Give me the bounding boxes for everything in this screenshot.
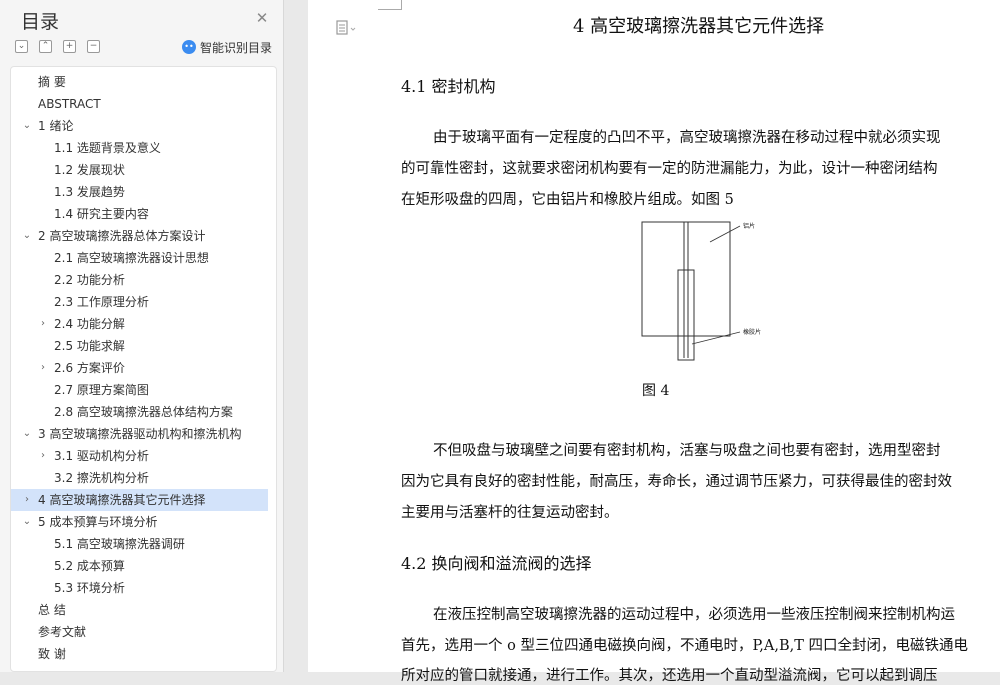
toc-item[interactable]: 1.3 发展趋势	[11, 181, 268, 203]
toc-title: 目录	[21, 11, 60, 33]
toc-item[interactable]: 2.5 功能求解	[11, 335, 268, 357]
toc-sidebar: 目录 ✕ ⌄ ⌃ + − •• 智能识别目录 摘 要 ABSTRACT ⌄ 1 绪论 1…	[0, 0, 284, 672]
paragraph-line: 主要用与活塞杆的往复运动密封。	[401, 505, 619, 521]
ai-toc-label: 智能识别目录	[200, 40, 273, 55]
toc-item-label: 2.6 方案评价	[54, 361, 125, 375]
toc-item-label: 摘 要	[38, 75, 66, 89]
chevron-down-icon[interactable]: ⌄	[21, 423, 33, 445]
toc-item-label: 参考文献	[38, 625, 87, 639]
toc-item-label: 1.3 发展趋势	[54, 185, 125, 199]
toc-item[interactable]: 参考文献	[11, 621, 268, 643]
paragraph-line: 由于玻璃平面有一定程度的凸凹不平，高空玻璃擦洗器在移动过程中就必须实现	[433, 130, 941, 146]
chevron-right-icon[interactable]: ›	[37, 357, 49, 379]
toc-item-label: 5.3 环境分析	[54, 581, 125, 595]
toc-item-label: 2.2 功能分析	[54, 273, 125, 287]
toc-item[interactable]: 2.3 工作原理分析	[11, 291, 268, 313]
add-heading-icon[interactable]: +	[63, 40, 76, 53]
toc-item-label: 1 绪论	[38, 119, 74, 133]
chevron-right-icon[interactable]: ›	[37, 445, 49, 467]
figure-label-aluminum: 铝片	[743, 222, 755, 230]
toc-item[interactable]: ⌄ 2 高空玻璃擦洗器总体方案设计	[11, 225, 268, 247]
paragraph-line: 在矩形吸盘的四周，它由铝片和橡胶片组成。如图 5	[401, 192, 734, 208]
toc-item[interactable]: 2.2 功能分析	[11, 269, 268, 291]
close-icon[interactable]: ✕	[255, 11, 269, 26]
ai-robot-icon: ••	[182, 40, 196, 54]
page-corner-mark	[378, 0, 402, 10]
toc-item-label: 2.1 高空玻璃擦洗器设计思想	[54, 251, 209, 265]
chevron-right-icon[interactable]: ›	[37, 313, 49, 335]
figure-label-rubber: 橡胶片	[743, 328, 761, 336]
toc-item[interactable]: 2.1 高空玻璃擦洗器设计思想	[11, 247, 268, 269]
section-heading-4-1: 4.1 密封机构	[401, 77, 496, 96]
toc-item-label: 5 成本预算与环境分析	[38, 515, 158, 529]
toc-item[interactable]: › 2.4 功能分解	[11, 313, 268, 335]
collapse-up-icon[interactable]: ⌃	[39, 40, 52, 53]
toc-item[interactable]: › 2.6 方案评价	[11, 357, 268, 379]
toc-item-label: 2.7 原理方案简图	[54, 383, 149, 397]
toc-item[interactable]: 5.2 成本预算	[11, 555, 268, 577]
figure-caption: 图 4	[642, 383, 670, 399]
paragraph-line: 首先，选用一个 o 型三位四通电磁换向阀，不通电时，P,A,B,T 四口全封闭，…	[401, 638, 968, 654]
toc-item[interactable]: ⌄ 5 成本预算与环境分析	[11, 511, 268, 533]
toc-item-label: 5.1 高空玻璃擦洗器调研	[54, 537, 185, 551]
toc-item[interactable]: ⌄ 3 高空玻璃擦洗器驱动机构和擦洗机构	[11, 423, 268, 445]
chapter-title: 4 高空玻璃擦洗器其它元件选择	[573, 16, 825, 37]
toc-item-label: 1.4 研究主要内容	[54, 207, 149, 221]
toc-item-label: ABSTRACT	[38, 97, 101, 111]
chevron-down-icon[interactable]: ⌄	[21, 511, 33, 533]
toc-item-label: 2.3 工作原理分析	[54, 295, 149, 309]
toc-item[interactable]: 5.1 高空玻璃擦洗器调研	[11, 533, 268, 555]
toc-item-label: 2.4 功能分解	[54, 317, 125, 331]
paragraph-line: 的可靠性密封，这就要求密闭机构要有一定的防泄漏能力，为此，设计一种密闭结构	[401, 161, 938, 177]
toc-item[interactable]: › 3.1 驱动机构分析	[11, 445, 268, 467]
toc-item-label: 1.1 选题背景及意义	[54, 141, 161, 155]
toc-item-label: 2 高空玻璃擦洗器总体方案设计	[38, 229, 206, 243]
toc-item[interactable]: ⌄ 1 绪论	[11, 115, 268, 137]
toc-item[interactable]: 5.3 环境分析	[11, 577, 268, 599]
toc-item-label: 2.5 功能求解	[54, 339, 125, 353]
toc-item[interactable]: 致 谢	[11, 643, 268, 665]
toc-item[interactable]: 3.2 擦洗机构分析	[11, 467, 268, 489]
seal-mechanism-figure: 铝片 橡胶片	[641, 221, 761, 361]
toc-item-label: 3 高空玻璃擦洗器驱动机构和擦洗机构	[38, 427, 242, 441]
toc-item-label: 3.2 擦洗机构分析	[54, 471, 149, 485]
toc-item-label: 2.8 高空玻璃擦洗器总体结构方案	[54, 405, 233, 419]
chevron-down-icon[interactable]: ⌄	[21, 225, 33, 247]
toc-item[interactable]: 摘 要	[11, 71, 268, 93]
toc-item[interactable]: 2.7 原理方案简图	[11, 379, 268, 401]
toc-item[interactable]: 1.1 选题背景及意义	[11, 137, 268, 159]
paragraph-line: 在液压控制高空玻璃擦洗器的运动过程中，必须选用一些液压控制阀来控制机构运	[433, 607, 955, 623]
toc-item[interactable]: 1.4 研究主要内容	[11, 203, 268, 225]
toc-item[interactable]: 2.8 高空玻璃擦洗器总体结构方案	[11, 401, 268, 423]
toc-item[interactable]: 1.2 发展现状	[11, 159, 268, 181]
toc-item-label: 5.2 成本预算	[54, 559, 125, 573]
chevron-down-icon[interactable]: ⌄	[21, 115, 33, 137]
chevron-right-icon[interactable]: ›	[21, 489, 33, 511]
toc-item-label: 1.2 发展现状	[54, 163, 125, 177]
paragraph-line: 所对应的管口就接通，进行工作。其次，还选用一个直动型溢流阀，它可以起到调压	[401, 668, 938, 684]
document-icon[interactable]	[336, 20, 356, 36]
toc-item-label: 3.1 驱动机构分析	[54, 449, 149, 463]
toc-item[interactable]: › 4 高空玻璃擦洗器其它元件选择	[11, 489, 268, 511]
toc-list: 摘 要 ABSTRACT ⌄ 1 绪论 1.1 选题背景及意义 1.2 发展现状 1.3 发…	[10, 66, 277, 672]
ai-toc-button[interactable]: •• 智能识别目录	[182, 39, 272, 55]
toc-item-label: 4 高空玻璃擦洗器其它元件选择	[38, 493, 206, 507]
toc-item[interactable]: 总 结	[11, 599, 268, 621]
collapse-down-icon[interactable]: ⌄	[15, 40, 28, 53]
paragraph-line: 不但吸盘与玻璃壁之间要有密封机构，活塞与吸盘之间也要有密封，选用型密封	[433, 443, 941, 459]
remove-heading-icon[interactable]: −	[87, 40, 100, 53]
section-heading-4-2: 4.2 换向阀和溢流阀的选择	[401, 554, 592, 573]
paragraph-line: 因为它具有良好的密封性能，耐高压，寿命长，通过调节压紧力，可获得最佳的密封效	[401, 474, 952, 490]
toc-item[interactable]: ABSTRACT	[11, 93, 268, 115]
toc-item-label: 致 谢	[38, 647, 66, 661]
toc-item-label: 总 结	[38, 603, 66, 617]
